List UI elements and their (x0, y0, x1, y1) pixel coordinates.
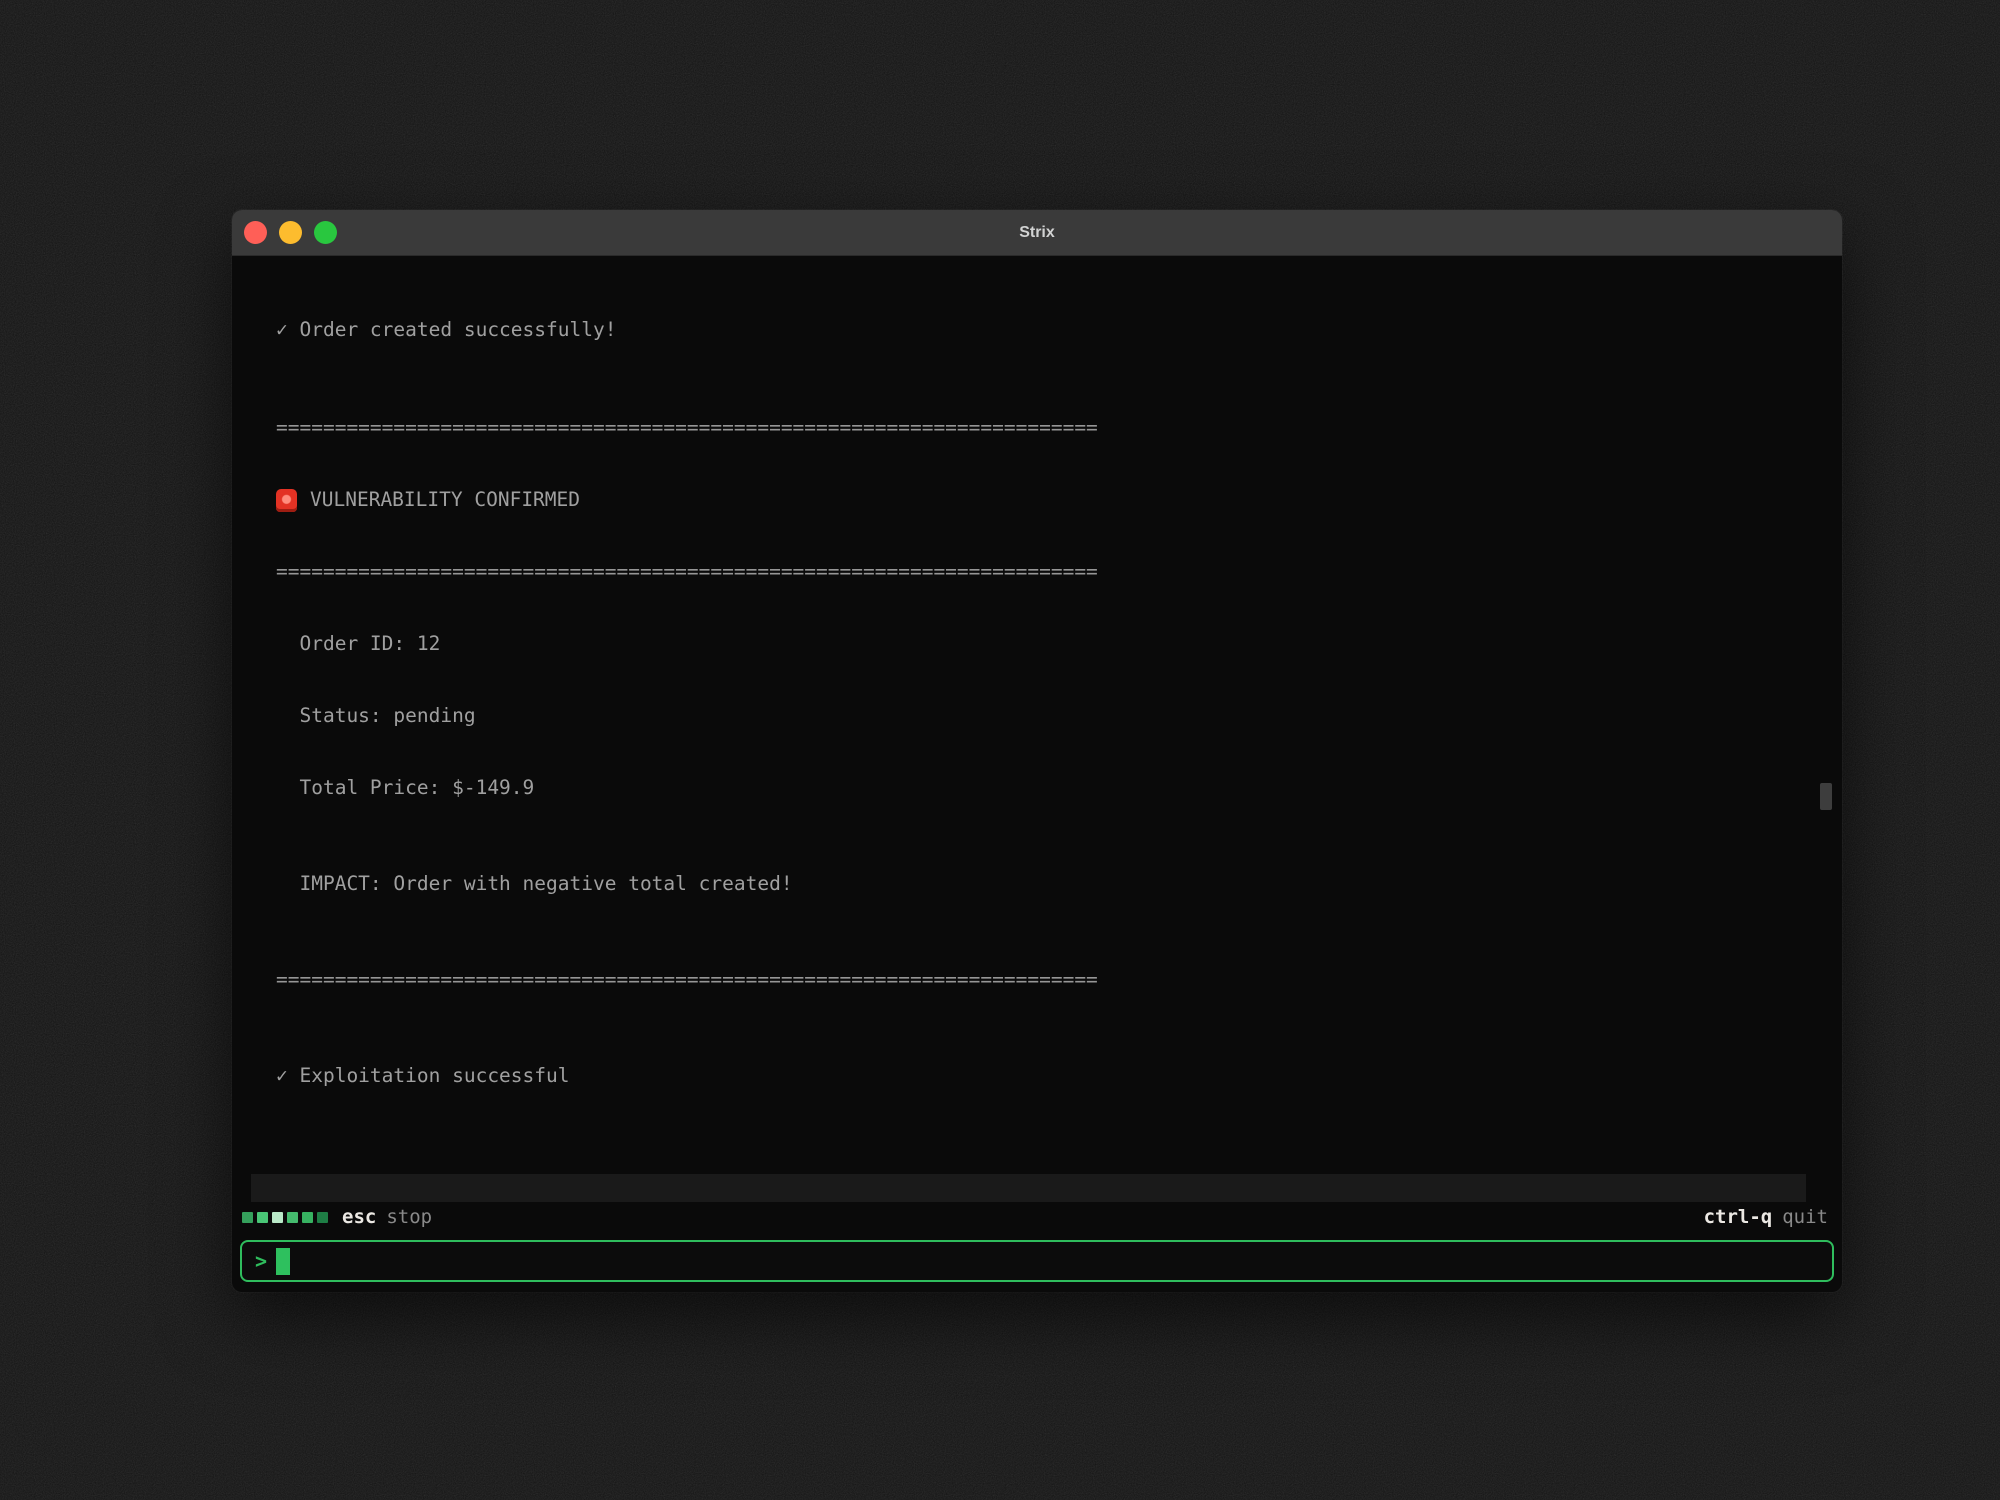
text-cursor (276, 1248, 290, 1275)
esc-action-label: stop (386, 1206, 432, 1228)
spinner-blocks-icon (242, 1212, 328, 1223)
vulnerability-confirmed-label: VULNERABILITY CONFIRMED (310, 488, 580, 512)
vulnerability-confirmed-heading: VULNERABILITY CONFIRMED (276, 488, 1842, 512)
scrollbar-thumb[interactable] (1820, 783, 1832, 810)
order-id-line: Order ID: 12 (276, 632, 1842, 656)
siren-icon (276, 489, 297, 512)
exploitation-success-message: ✓ Exploitation successful (276, 1064, 1842, 1088)
window-titlebar[interactable]: Strix (232, 210, 1842, 256)
separator-line: ========================================… (276, 968, 1842, 992)
order-success-message: ✓ Order created successfully! (276, 318, 1842, 342)
status-bar: esc stop ctrl-q quit (232, 1202, 1842, 1232)
impact-line: IMPACT: Order with negative total create… (276, 872, 1842, 896)
quit-action-label: quit (1782, 1206, 1828, 1228)
esc-key-hint: esc (342, 1206, 376, 1228)
quit-hint-group: ctrl-q quit (1704, 1206, 1828, 1228)
window-title: Strix (232, 224, 1842, 242)
terminal-output-area[interactable]: ✓ Order created successfully! ==========… (232, 256, 1842, 1202)
command-input[interactable]: > (240, 1240, 1834, 1282)
strix-terminal-window: Strix ✓ Order created successfully! ====… (232, 210, 1842, 1292)
total-price-line: Total Price: $-149.9 (276, 776, 1842, 800)
ctrl-q-key-hint: ctrl-q (1704, 1206, 1773, 1228)
order-status-line: Status: pending (276, 704, 1842, 728)
vulnerability-report-panel: Vulnerability Report Title:Negative Quan… (251, 1174, 1806, 1202)
separator-line: ========================================… (276, 416, 1842, 440)
prompt-chevron-icon: > (255, 1249, 267, 1273)
separator-line: ========================================… (276, 560, 1842, 584)
